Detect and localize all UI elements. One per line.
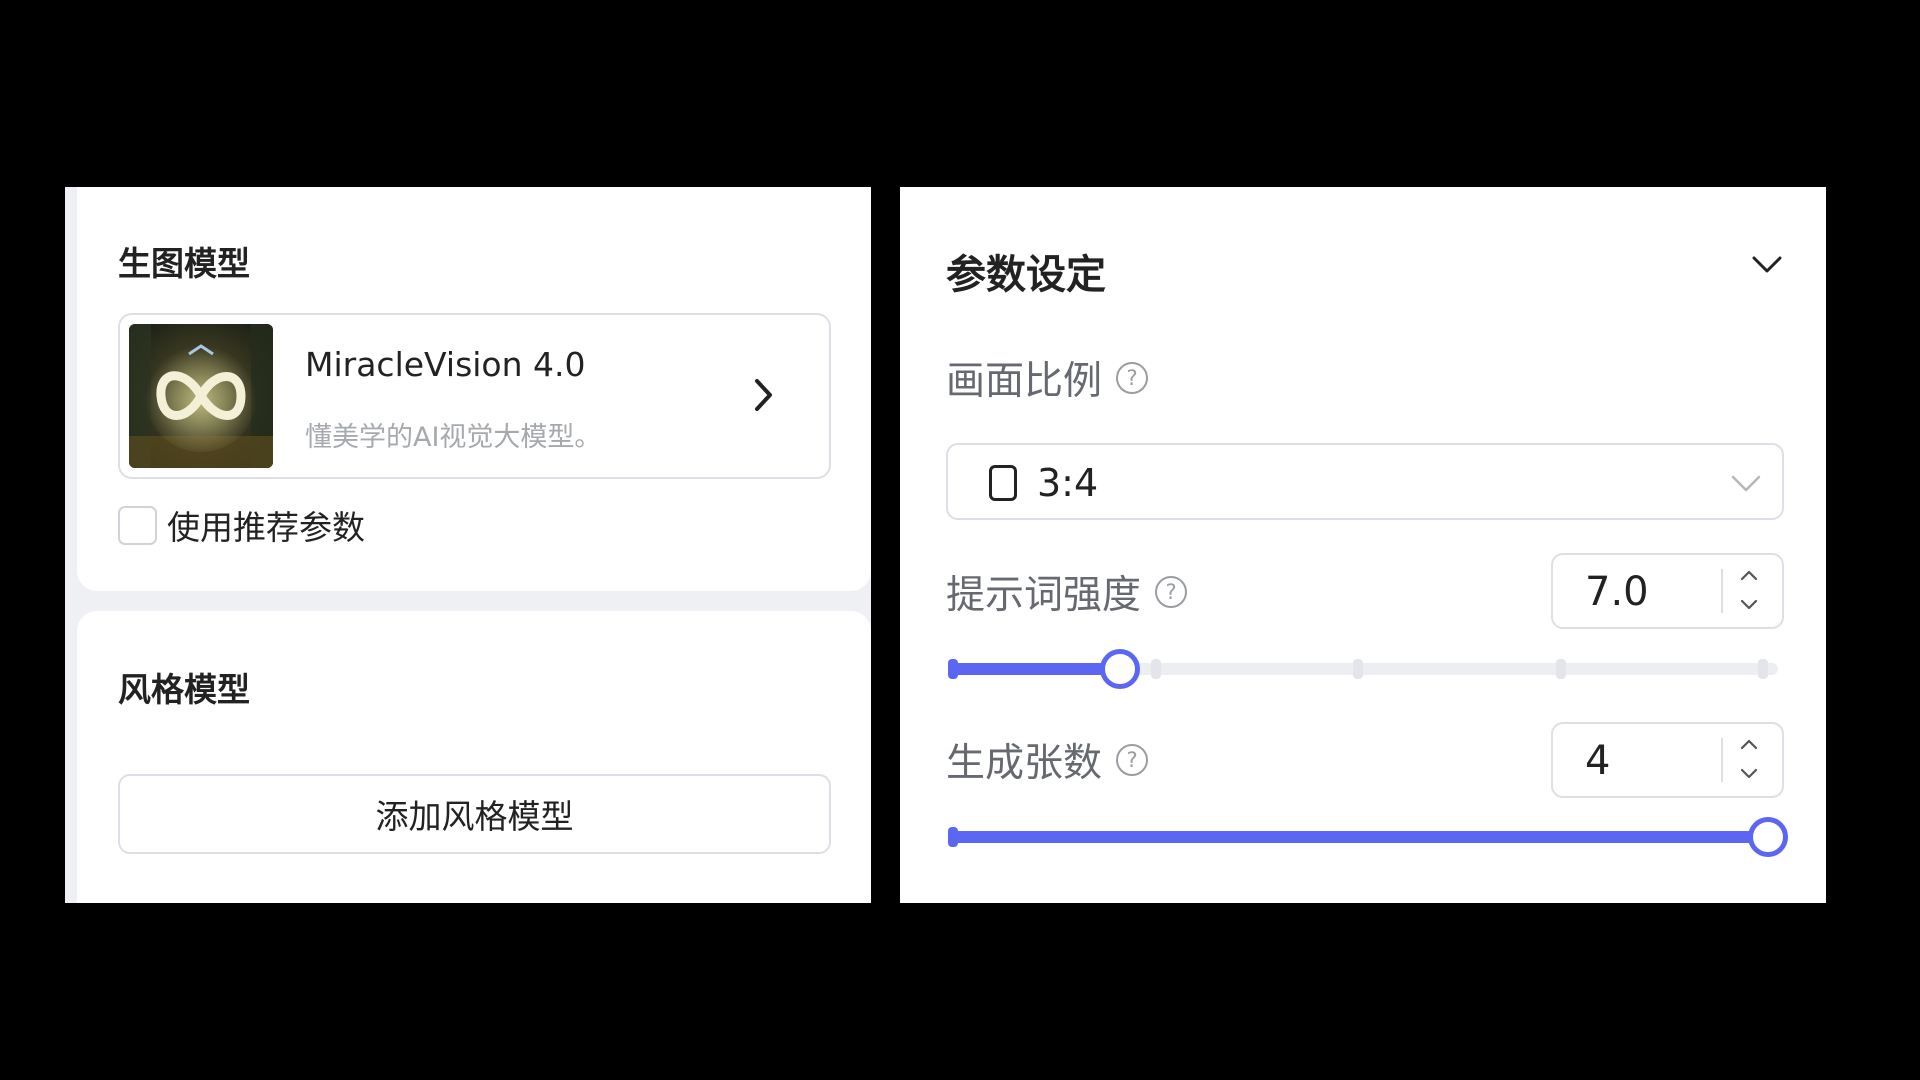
generation-model-heading: 生图模型 [118,244,250,283]
slider-mark [1150,659,1161,679]
stepper-divider [1721,569,1723,613]
stepper-divider [1721,738,1723,782]
model-thumbnail [129,324,273,468]
slider-mark [948,659,958,679]
use-recommended-params-checkbox[interactable] [118,505,157,545]
prompt-strength-input[interactable]: 7.0 [1551,553,1784,629]
slider-mark [1555,659,1566,679]
portrait-rectangle-icon [989,465,1017,501]
increment-chevron-up-icon[interactable] [1737,736,1761,752]
prompt-strength-slider[interactable] [948,649,1778,689]
slider-handle[interactable] [1748,817,1788,857]
style-model-heading: 风格模型 [118,670,250,709]
image-count-input[interactable]: 4 [1551,722,1784,798]
use-recommended-params-label: 使用推荐参数 [167,508,365,547]
prompt-strength-help-icon[interactable]: ? [1155,576,1188,608]
model-name: MiracleVision 4.0 [305,345,586,384]
slider-fill [948,831,1758,843]
slider-mark [1353,659,1363,679]
prompt-strength-label-text: 提示词强度 [946,573,1142,618]
slider-handle[interactable] [1100,649,1140,689]
aspect-ratio-label: 画面比例 ? [946,350,1149,406]
add-style-model-button[interactable]: 添加风格模型 [118,774,831,854]
image-count-help-icon[interactable]: ? [1116,744,1149,776]
slider-fill [948,663,1110,675]
chevron-down-icon[interactable] [1752,255,1782,275]
aspect-ratio-value: 3:4 [1037,461,1099,505]
aspect-ratio-label-text: 画面比例 [946,359,1103,404]
chevron-right-icon[interactable] [753,377,775,413]
slider-mark [948,827,958,847]
generation-model-card: 生图模型 MiracleVision 4.0 懂美学的AI视觉大模型。 使用推荐… [77,187,871,591]
use-recommended-params-option[interactable]: 使用推荐参数 [118,503,365,547]
prompt-strength-value[interactable]: 7.0 [1585,569,1649,615]
decrement-chevron-down-icon[interactable] [1737,597,1761,613]
image-count-slider[interactable] [948,817,1788,857]
select-chevron-down-icon [1731,475,1761,492]
increment-chevron-up-icon[interactable] [1737,567,1761,583]
parameter-settings-panel: 参数设定 画面比例 ? 3:4 提示词强度 ? 7.0 生成张数 ? 4 [900,187,1826,903]
image-count-label-text: 生成张数 [946,741,1103,786]
prompt-strength-label: 提示词强度 ? [946,564,1188,620]
slider-mark [1758,659,1768,679]
parameter-settings-heading: 参数设定 [946,252,1106,298]
aspect-ratio-select[interactable]: 3:4 [946,443,1784,520]
image-count-value[interactable]: 4 [1585,738,1610,784]
miraclevision-logo-icon [129,324,273,468]
image-count-label: 生成张数 ? [946,732,1149,788]
left-panel: 生图模型 MiracleVision 4.0 懂美学的AI视觉大模型。 使用推荐… [65,187,871,903]
decrement-chevron-down-icon[interactable] [1737,766,1761,782]
model-selector[interactable]: MiracleVision 4.0 懂美学的AI视觉大模型。 [118,313,831,479]
aspect-ratio-help-icon[interactable]: ? [1116,362,1149,394]
model-description: 懂美学的AI视觉大模型。 [305,422,602,453]
style-model-card: 风格模型 添加风格模型 [77,611,871,903]
